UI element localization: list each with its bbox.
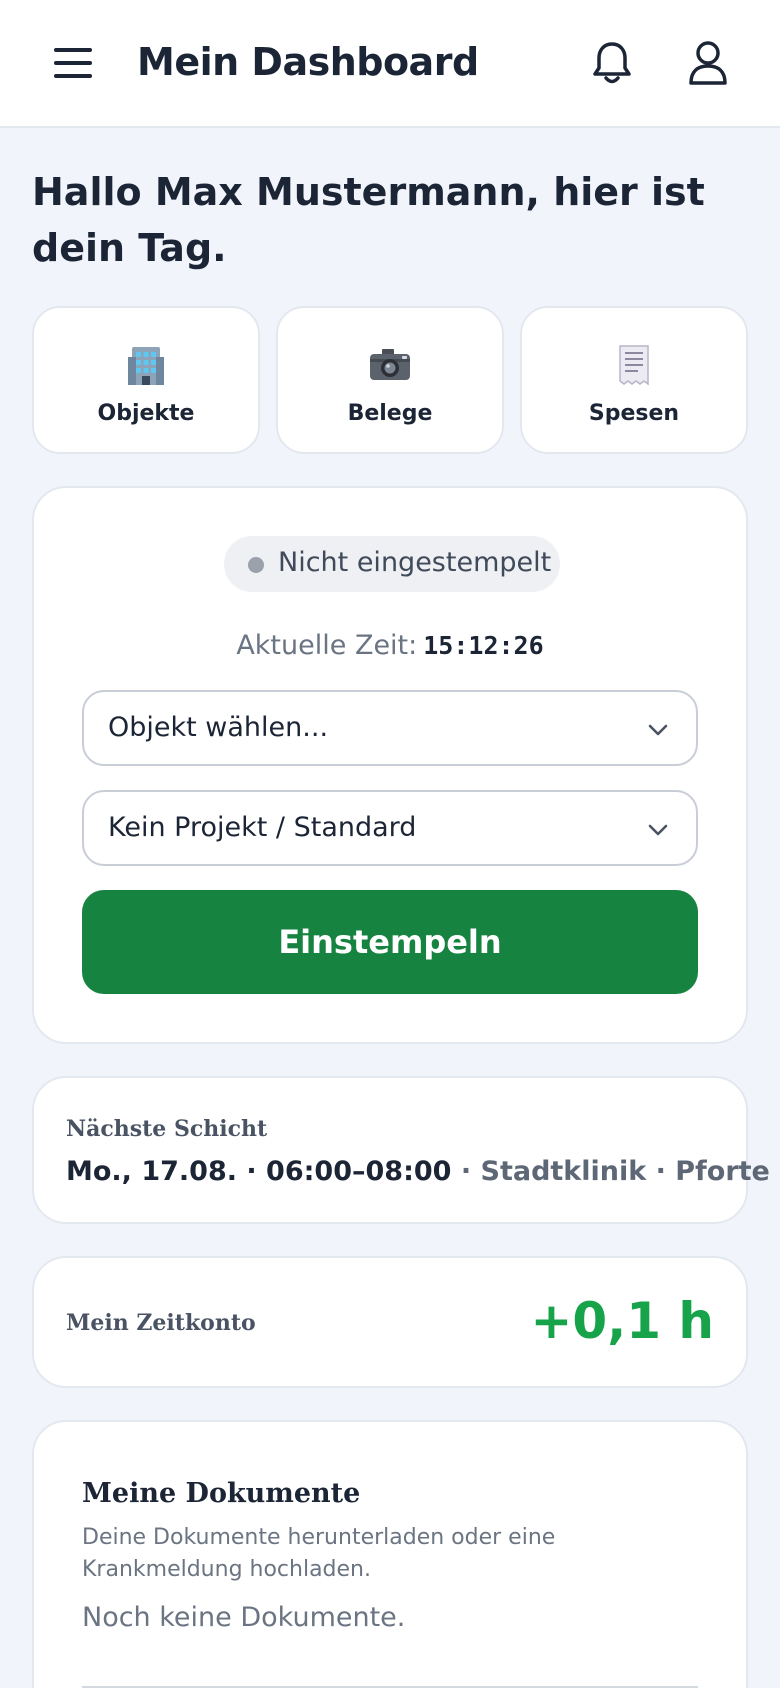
- tile-belege[interactable]: Belege: [276, 306, 504, 454]
- clock-in-button[interactable]: Einstempeln: [82, 890, 698, 994]
- object-select-value: Objekt wählen...: [108, 712, 329, 743]
- next-shift-time: Mo., 17.08. · 06:00–08:00: [66, 1156, 452, 1187]
- project-select[interactable]: Kein Projekt / Standard: [82, 790, 698, 866]
- next-shift-location: · Stadtklinik · Pforte: [451, 1156, 770, 1187]
- tile-spesen-label: Spesen: [588, 401, 680, 426]
- documents-card: Meine Dokumente Deine Dokumente herunter…: [32, 1420, 748, 1688]
- chevron-down-icon: [648, 724, 668, 736]
- user-icon[interactable]: [686, 40, 730, 86]
- time-account-value: +0,1 h: [530, 1292, 714, 1350]
- greeting-heading: Hallo Max Mustermann, hier ist dein Tag.: [32, 170, 705, 270]
- object-select[interactable]: Objekt wählen...: [82, 690, 698, 766]
- tile-objekte[interactable]: Objekte: [32, 306, 260, 454]
- time-account-card[interactable]: Mein Zeitkonto +0,1 h: [32, 1256, 748, 1388]
- page-title: Mein Dashboard: [137, 40, 479, 84]
- tile-objekte-label: Objekte: [97, 401, 195, 426]
- next-shift-details: Mo., 17.08. · 06:00–08:00 · Stadtklinik …: [66, 1156, 770, 1187]
- chevron-down-icon: [648, 824, 668, 836]
- camera-icon: [278, 340, 502, 390]
- hamburger-menu-icon[interactable]: [54, 46, 92, 80]
- clock-status-badge: Nicht eingestempelt: [224, 536, 560, 592]
- documents-empty-state: Noch keine Dokumente.: [82, 1602, 406, 1633]
- tile-spesen[interactable]: Spesen: [520, 306, 748, 454]
- tile-belege-label: Belege: [347, 401, 433, 426]
- next-shift-card[interactable]: Nächste Schicht Mo., 17.08. · 06:00–08:0…: [32, 1076, 770, 1224]
- project-select-value: Kein Projekt / Standard: [108, 812, 417, 843]
- bell-icon[interactable]: [590, 40, 634, 86]
- time-clock-card: Nicht eingestempelt Aktuelle Zeit: 15:12:…: [32, 486, 748, 1044]
- office-building-icon: [34, 340, 258, 390]
- next-shift-title: Nächste Schicht: [66, 1116, 268, 1142]
- status-dot-icon: [248, 557, 264, 573]
- clock-status-text: Nicht eingestempelt: [278, 547, 552, 578]
- current-time-label: Aktuelle Zeit:: [236, 630, 418, 661]
- top-app-bar: Mein Dashboard: [0, 0, 780, 128]
- documents-title: Meine Dokumente: [82, 1478, 361, 1509]
- documents-description: Deine Dokumente herunterladen oder eine …: [82, 1525, 556, 1582]
- current-time: Aktuelle Zeit: 15:12:26: [34, 630, 746, 661]
- receipt-icon: [522, 340, 746, 390]
- current-time-value: 15:12:26: [423, 631, 544, 660]
- time-account-title: Mein Zeitkonto: [66, 1310, 256, 1336]
